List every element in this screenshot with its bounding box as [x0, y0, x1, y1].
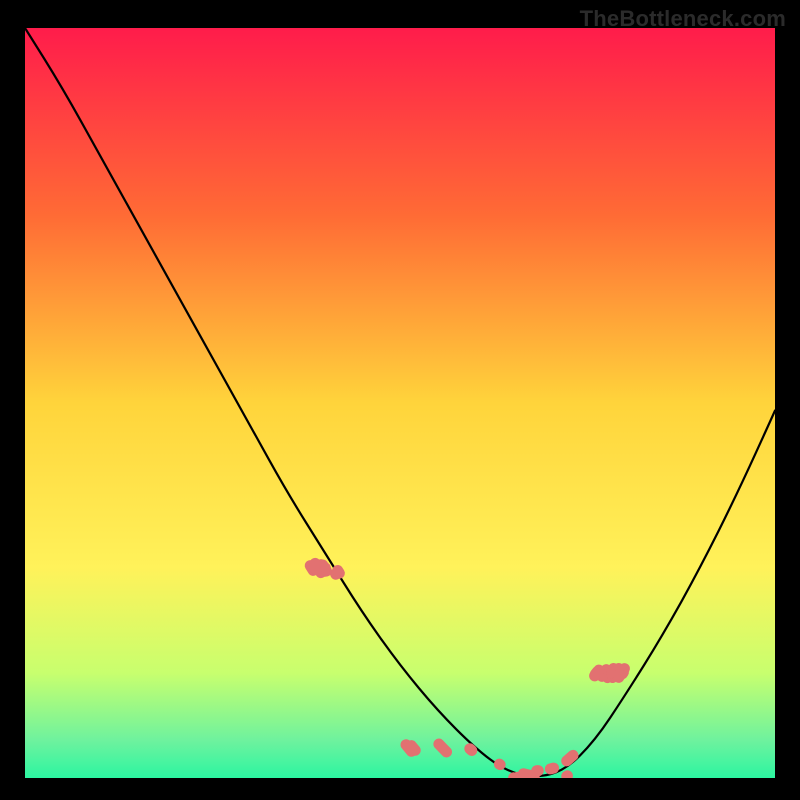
plot-area	[25, 28, 775, 778]
chart-svg	[25, 28, 775, 778]
chart-frame: TheBottleneck.com	[0, 0, 800, 800]
